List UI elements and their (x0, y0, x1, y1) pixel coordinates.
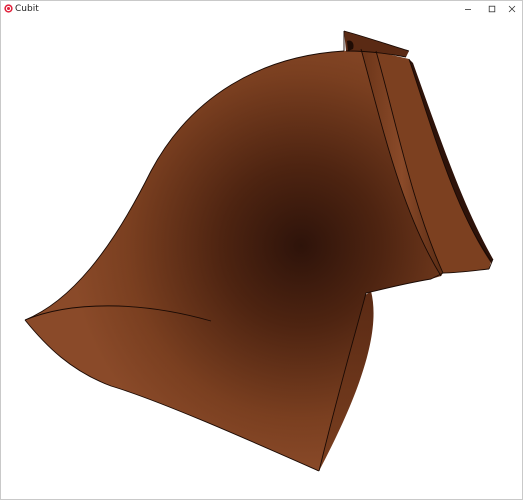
graphics-viewport[interactable] (1, 17, 522, 499)
surface-model (24, 30, 494, 472)
app-window: Cubit (0, 0, 523, 500)
